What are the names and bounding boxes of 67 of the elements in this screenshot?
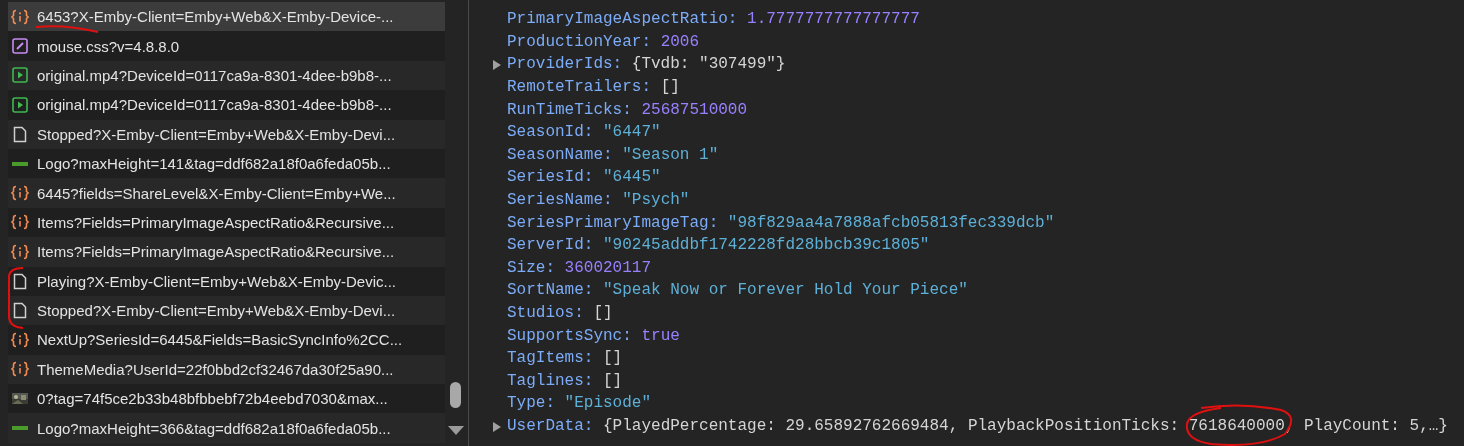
property-key: RemoteTrailers: — [507, 78, 652, 97]
property-key: SeasonId: — [507, 123, 594, 142]
request-row[interactable]: 6445?fields=ShareLevel&X-Emby-Client=Emby+We... — [8, 178, 445, 208]
property-value: {Tvdb: "307499"} — [631, 55, 786, 74]
property-value: true — [641, 326, 680, 345]
property-key: ProductionYear: — [507, 32, 652, 51]
property-key: SeriesPrimaryImageTag: — [507, 213, 719, 232]
request-row[interactable]: 0?tag=74f5ce2b33b48bfbbebf72b4eebd7030&max... — [8, 384, 445, 414]
request-row[interactable]: Items?Fields=PrimaryImageAspectRatio&Recursive... — [8, 237, 445, 267]
property-value: "6445" — [603, 168, 661, 187]
property-key: RunTimeTicks: — [507, 100, 632, 119]
request-name: Logo?maxHeight=366&tag=ddf682a18f0a6feda05b... — [37, 419, 391, 437]
request-name: 6445?fields=ShareLevel&X-Emby-Client=Emby+We... — [37, 184, 396, 202]
request-name: 6453?X-Emby-Client=Emby+Web&X-Emby-Device-... — [37, 8, 394, 26]
request-row[interactable]: Stopped?X-Emby-Client=Emby+Web&X-Emby-Devi... — [8, 295, 445, 326]
property-key: PrimaryImageAspectRatio: — [507, 10, 738, 29]
property-value: "6447" — [603, 123, 661, 142]
request-row[interactable]: Stopped?X-Emby-Client=Emby+Web&X-Emby-Devi... — [8, 119, 445, 149]
request-row[interactable]: Items?Fields=PrimaryImageAspectRatio&Recursive... — [8, 207, 445, 238]
property-key: SeasonName: — [507, 145, 613, 164]
request-row[interactable]: Playing?X-Emby-Client=Emby+Web&X-Emby-Devic... — [8, 266, 445, 296]
property-key: UserData: — [507, 417, 594, 435]
request-name: ThemeMedia?UserId=22f0bbd2cf32467da30f25a90... — [37, 360, 394, 378]
property-value: "Episode" — [564, 394, 652, 413]
request-name: original.mp4?DeviceId=0117ca9a-8301-4dee-b9b8-... — [37, 96, 392, 114]
property-value: "98f829aa4a7888afcb05813fec339dcb" — [727, 213, 1055, 232]
property-key: SupportsSync: — [507, 326, 632, 345]
property-value: "Season 1" — [622, 145, 719, 164]
request-row[interactable]: original.mp4?DeviceId=0117ca9a-8301-4dee-b9b8-... — [8, 90, 445, 120]
property-key: Type: — [507, 394, 555, 413]
request-name: 0?tag=74f5ce2b33b48bfbbebf72b4eebd7030&max... — [37, 390, 388, 408]
request-row[interactable]: Logo?maxHeight=366&tag=ddf682a18f0a6feda05b... — [8, 413, 445, 443]
request-name: Items?Fields=PrimaryImageAspectRatio&Recursive... — [37, 243, 395, 261]
request-name: Playing?X-Emby-Client=Emby+Web&X-Emby-Devic... — [37, 272, 396, 290]
request-name: Logo?maxHeight=141&tag=ddf682a18f0a6feda05b... — [37, 155, 391, 173]
property-value: [] — [660, 78, 680, 97]
property-value: 1.7777777777777777 — [747, 10, 920, 29]
request-row[interactable]: ThemeMedia?UserId=22f0bbd2cf32467da30f25a90... — [8, 354, 445, 385]
property-value: "90245addbf1742228fd28bbcb39c1805" — [603, 236, 930, 255]
request-name: NextUp?SeriesId=6445&Fields=BasicSyncInfo%2CC... — [37, 331, 403, 349]
property-key: ProviderIds: — [507, 55, 623, 74]
property-key: SeriesName: — [507, 191, 613, 210]
request-name: mouse.css?v=4.8.8.0 — [37, 37, 180, 55]
property-value: 360020117 — [564, 258, 652, 277]
request-row[interactable]: NextUp?SeriesId=6445&Fields=BasicSyncInfo%2CC... — [8, 325, 445, 355]
request-name: Items?Fields=PrimaryImageAspectRatio&Recursive... — [37, 213, 395, 231]
property-key: SortName: — [507, 281, 594, 300]
property-value: "Speak Now or Forever Hold Your Piece" — [603, 281, 968, 300]
request-name: original.mp4?DeviceId=0117ca9a-8301-4dee-b9b8-... — [37, 66, 392, 84]
property-key: TagItems: — [507, 349, 594, 368]
request-name: Stopped?X-Emby-Client=Emby+Web&X-Emby-Devi... — [37, 125, 396, 143]
property-key: SeriesId: — [507, 168, 594, 187]
property-value: 25687510000 — [641, 100, 748, 119]
property-key: Taglines: — [507, 371, 594, 390]
property-key: Size: — [507, 258, 555, 277]
request-name: Stopped?X-Emby-Client=Emby+Web&X-Emby-Devi... — [37, 302, 396, 320]
property-value: [] — [593, 304, 613, 322]
property-key: ServerId: — [507, 236, 594, 255]
request-row[interactable]: mouse.css?v=4.8.8.0 — [8, 31, 445, 61]
request-row[interactable]: 6453?X-Emby-Client=Emby+Web&X-Emby-Device-... — [8, 2, 445, 32]
property-key: Studios: — [507, 304, 584, 322]
property-value: "Psych" — [622, 191, 690, 210]
property-value: [] — [603, 371, 623, 390]
request-row[interactable]: Logo?maxHeight=141&tag=ddf682a18f0a6feda05b... — [8, 148, 445, 179]
request-row[interactable]: original.mp4?DeviceId=0117ca9a-8301-4dee-b9b8-... — [8, 60, 445, 91]
property-value: [] — [603, 349, 623, 368]
property-value: 2006 — [660, 32, 700, 51]
